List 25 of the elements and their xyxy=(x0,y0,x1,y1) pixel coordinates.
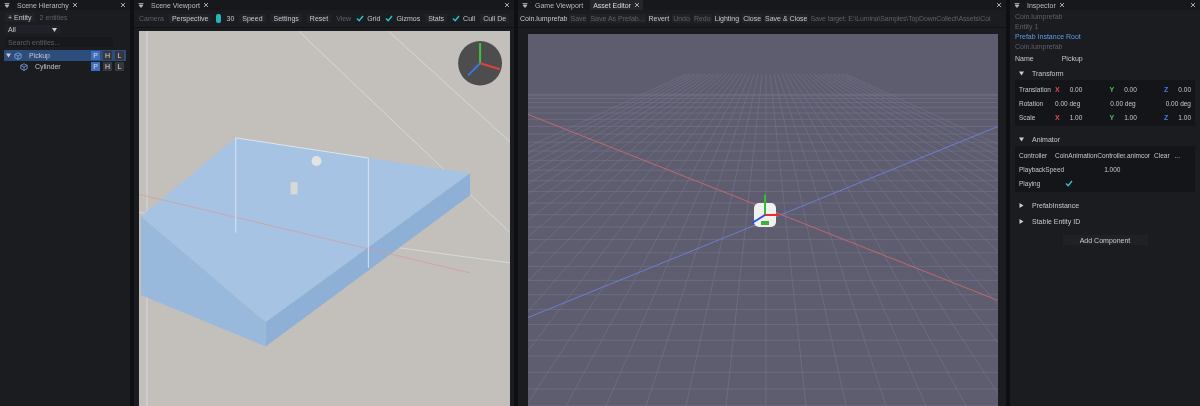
close-icon[interactable] xyxy=(202,2,209,8)
menu-icon[interactable] xyxy=(1014,2,1020,8)
caret-icon xyxy=(1019,71,1024,76)
checkmark-icon[interactable] xyxy=(356,15,365,22)
close-icon[interactable] xyxy=(996,2,1002,8)
close-icon[interactable] xyxy=(71,2,78,8)
checkmark-icon[interactable] xyxy=(385,15,394,22)
close-icon[interactable] xyxy=(120,2,126,8)
menu-icon[interactable] xyxy=(4,2,10,8)
caret-icon xyxy=(1019,219,1024,224)
cube-icon xyxy=(14,51,22,60)
caret-icon xyxy=(52,27,57,32)
close-icon[interactable] xyxy=(1058,2,1065,8)
slider-fill[interactable] xyxy=(216,14,222,23)
close-icon[interactable] xyxy=(633,2,640,8)
caret-icon xyxy=(6,53,11,58)
caret-icon xyxy=(1019,137,1024,142)
close-icon[interactable] xyxy=(1190,2,1196,8)
checkmark-icon[interactable] xyxy=(452,15,461,22)
menu-icon[interactable] xyxy=(522,2,528,8)
caret-icon xyxy=(1019,203,1024,208)
close-icon[interactable] xyxy=(504,2,510,8)
menu-icon[interactable] xyxy=(138,2,144,8)
checkmark-icon[interactable] xyxy=(1065,179,1073,187)
cube-icon xyxy=(20,62,28,71)
